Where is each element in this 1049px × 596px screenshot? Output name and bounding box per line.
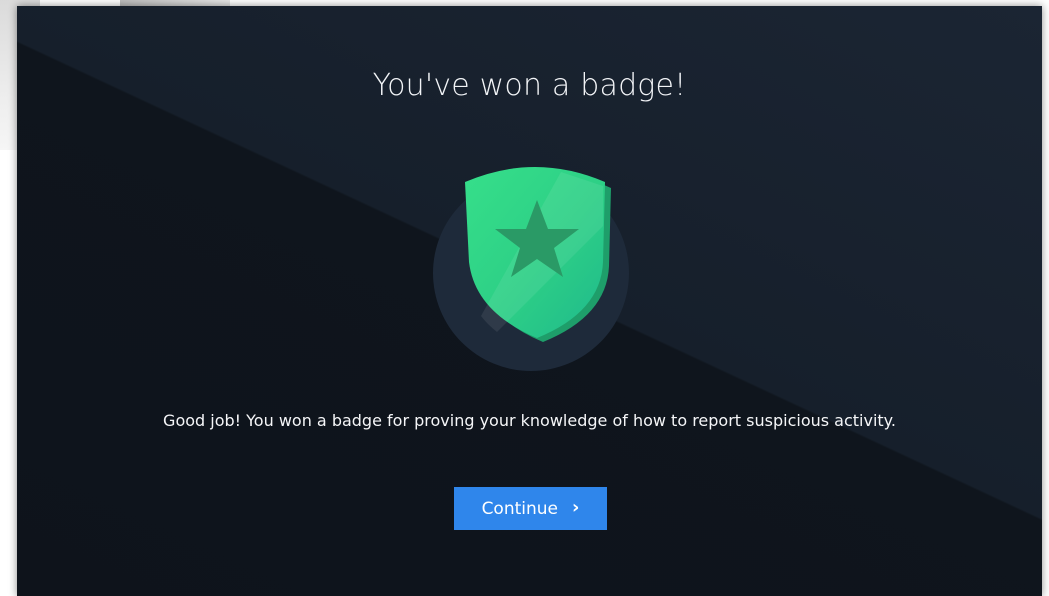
badge-message: Good job! You won a badge for proving yo… xyxy=(163,411,896,430)
chevron-right-icon: › xyxy=(572,496,580,518)
continue-button[interactable]: Continue › xyxy=(454,487,607,530)
badge-modal: You've won a badge! Good job! You won a … xyxy=(17,6,1042,596)
continue-label: Continue xyxy=(481,498,559,519)
shield-star-icon xyxy=(433,167,629,371)
badge-graphic xyxy=(431,166,631,371)
modal-title: You've won a badge! xyxy=(372,68,687,103)
